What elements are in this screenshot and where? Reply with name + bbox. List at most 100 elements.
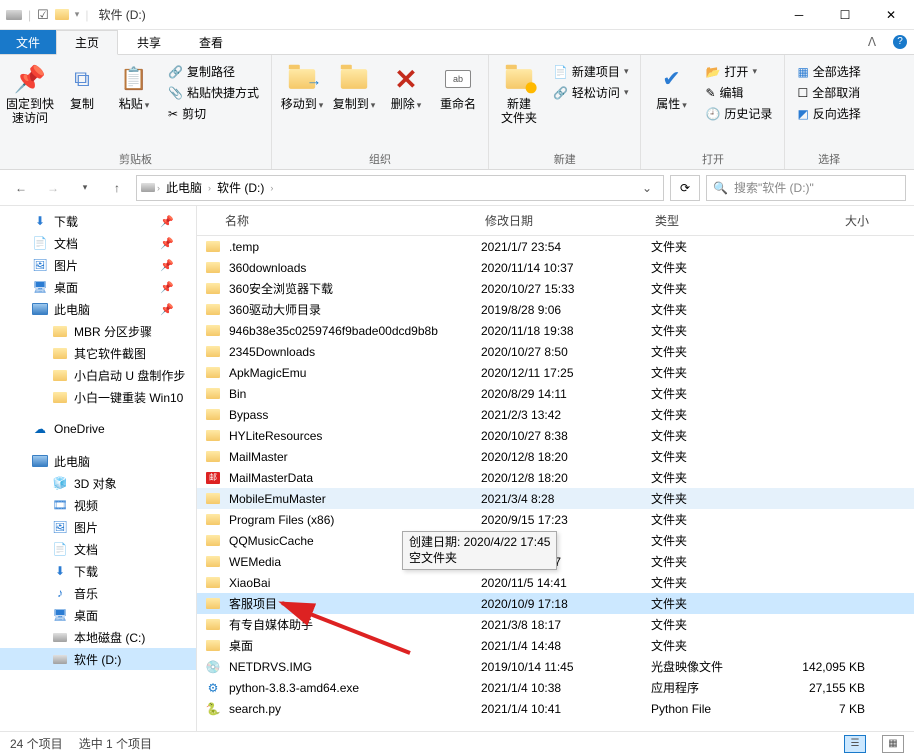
group-label-select: 选择 bbox=[791, 149, 866, 169]
sidebar-item[interactable]: 小白启动 U 盘制作步 bbox=[0, 364, 196, 386]
sidebar-item[interactable]: 小白一键重装 Win10 bbox=[0, 386, 196, 408]
delete-button[interactable]: ✕ 删除 bbox=[382, 59, 430, 111]
table-row[interactable]: Bypass 2021/2/3 13:42 文件夹 bbox=[197, 404, 914, 425]
sidebar-item[interactable]: 此电脑📌 bbox=[0, 298, 196, 320]
column-name[interactable]: 名称 bbox=[217, 210, 477, 231]
paste-button[interactable]: 📋 粘贴 bbox=[110, 59, 158, 111]
cell-type: 文件夹 bbox=[643, 595, 753, 612]
sidebar[interactable]: ⬇下载📌📄文档📌🖼图片📌🖥桌面📌此电脑📌MBR 分区步骤其它软件截图小白启动 U… bbox=[0, 206, 197, 731]
column-date[interactable]: 修改日期 bbox=[477, 210, 647, 231]
cell-type: Python File bbox=[643, 702, 753, 716]
sidebar-item[interactable]: ⬇下载📌 bbox=[0, 210, 196, 232]
refresh-button[interactable]: ⟳ bbox=[670, 175, 700, 201]
properties-button[interactable]: ✔ 属性 bbox=[647, 59, 695, 111]
table-row[interactable]: ApkMagicEmu 2020/12/11 17:25 文件夹 bbox=[197, 362, 914, 383]
copy-path-button[interactable]: 🔗 复制路径 bbox=[162, 61, 265, 82]
move-to-button[interactable]: → 移动到 bbox=[278, 59, 326, 111]
cell-name: search.py bbox=[221, 702, 473, 716]
table-row[interactable]: Bin 2020/8/29 14:11 文件夹 bbox=[197, 383, 914, 404]
select-none-button[interactable]: ☐ 全部取消 bbox=[791, 82, 866, 103]
history-button[interactable]: 🕘 历史记录 bbox=[699, 103, 778, 124]
sidebar-item[interactable]: 此电脑 bbox=[0, 450, 196, 472]
sidebar-item[interactable]: 🎞视频 bbox=[0, 494, 196, 516]
select-all-button[interactable]: ▦ 全部选择 bbox=[791, 61, 866, 82]
sidebar-item[interactable]: ⬇下载 bbox=[0, 560, 196, 582]
new-folder-button[interactable]: 新建 文件夹 bbox=[495, 59, 543, 126]
table-row[interactable]: 360驱动大师目录 2019/8/28 9:06 文件夹 bbox=[197, 299, 914, 320]
crumb-leaf[interactable]: 软件 (D:) bbox=[213, 176, 268, 200]
back-button[interactable]: ← bbox=[8, 175, 34, 201]
invert-selection-button[interactable]: ◩ 反向选择 bbox=[791, 103, 866, 124]
content: ⬇下载📌📄文档📌🖼图片📌🖥桌面📌此电脑📌MBR 分区步骤其它软件截图小白启动 U… bbox=[0, 206, 914, 731]
sidebar-item[interactable]: 🖥桌面📌 bbox=[0, 276, 196, 298]
copy-button[interactable]: ⧉ 复制 bbox=[58, 59, 106, 111]
table-row[interactable]: 桌面 2021/1/4 14:48 文件夹 bbox=[197, 635, 914, 656]
search-icon: 🔍 bbox=[713, 181, 728, 195]
sidebar-item[interactable]: ♪音乐 bbox=[0, 582, 196, 604]
minimize-button[interactable]: ─ bbox=[776, 0, 822, 29]
sidebar-item[interactable]: 其它软件截图 bbox=[0, 342, 196, 364]
paste-shortcut-button[interactable]: 📎 粘贴快捷方式 bbox=[162, 82, 265, 103]
table-row[interactable]: 946b38e35c0259746f9bade00dcd9b8b 2020/11… bbox=[197, 320, 914, 341]
tab-share[interactable]: 共享 bbox=[118, 30, 180, 54]
maximize-button[interactable]: ☐ bbox=[822, 0, 868, 29]
cell-type: 文件夹 bbox=[643, 448, 753, 465]
table-row[interactable]: MailMaster 2020/12/8 18:20 文件夹 bbox=[197, 446, 914, 467]
sidebar-item[interactable]: 🖼图片📌 bbox=[0, 254, 196, 276]
table-row[interactable]: ⚙ python-3.8.3-amd64.exe 2021/1/4 10:38 … bbox=[197, 677, 914, 698]
search-input[interactable]: 🔍 搜索"软件 (D:)" bbox=[706, 175, 906, 201]
table-row[interactable]: 客服项目 2020/10/9 17:18 文件夹 bbox=[197, 593, 914, 614]
rename-button[interactable]: ab 重命名 bbox=[434, 59, 482, 111]
tab-view[interactable]: 查看 bbox=[180, 30, 242, 54]
file-menu[interactable]: 文件 bbox=[0, 30, 56, 54]
table-row[interactable]: MobileEmuMaster 2021/3/4 8:28 文件夹 bbox=[197, 488, 914, 509]
forward-button[interactable]: → bbox=[40, 175, 66, 201]
file-icon bbox=[205, 428, 221, 444]
address-dropdown[interactable]: ⌄ bbox=[635, 176, 659, 200]
cell-date: 2020/12/8 18:20 bbox=[473, 450, 643, 464]
sidebar-item[interactable]: ☁OneDrive bbox=[0, 418, 196, 440]
help-button[interactable]: ? bbox=[886, 30, 914, 54]
sidebar-item[interactable]: 🧊3D 对象 bbox=[0, 472, 196, 494]
sidebar-item[interactable]: 🖼图片 bbox=[0, 516, 196, 538]
sidebar-label: 其它软件截图 bbox=[74, 345, 146, 362]
edit-button[interactable]: ✎ 编辑 bbox=[699, 82, 778, 103]
up-button[interactable]: ↑ bbox=[104, 175, 130, 201]
sidebar-item[interactable]: 本地磁盘 (C:) bbox=[0, 626, 196, 648]
breadcrumb[interactable]: › 此电脑 › 软件 (D:) › ⌄ bbox=[136, 175, 664, 201]
file-rows[interactable]: .temp 2021/1/7 23:54 文件夹 360downloads 20… bbox=[197, 236, 914, 731]
tab-home[interactable]: 主页 bbox=[56, 30, 118, 55]
table-row[interactable]: .temp 2021/1/7 23:54 文件夹 bbox=[197, 236, 914, 257]
table-row[interactable]: 邮 MailMasterData 2020/12/8 18:20 文件夹 bbox=[197, 467, 914, 488]
column-type[interactable]: 类型 bbox=[647, 210, 757, 231]
sidebar-item[interactable]: 📄文档📌 bbox=[0, 232, 196, 254]
cell-type: 文件夹 bbox=[643, 469, 753, 486]
copy-to-button[interactable]: 复制到 bbox=[330, 59, 378, 111]
new-item-button[interactable]: 📄 新建项目▾ bbox=[547, 61, 635, 82]
sidebar-item[interactable]: MBR 分区步骤 bbox=[0, 320, 196, 342]
sidebar-item[interactable]: 🖥桌面 bbox=[0, 604, 196, 626]
table-row[interactable]: Program Files (x86) 2020/9/15 17:23 文件夹 bbox=[197, 509, 914, 530]
recent-button[interactable]: ▾ bbox=[72, 175, 98, 201]
easy-access-button[interactable]: 🔗 轻松访问▾ bbox=[547, 82, 635, 103]
open-button[interactable]: 📂 打开▾ bbox=[699, 61, 778, 82]
cut-button[interactable]: ✂ 剪切 bbox=[162, 103, 265, 124]
close-button[interactable]: ✕ bbox=[868, 0, 914, 29]
checkbox-icon[interactable]: ☑ bbox=[37, 7, 49, 23]
table-row[interactable]: 2345Downloads 2020/10/27 8:50 文件夹 bbox=[197, 341, 914, 362]
collapse-ribbon-button[interactable]: ᐱ bbox=[858, 30, 886, 54]
table-row[interactable]: 360安全浏览器下载 2020/10/27 15:33 文件夹 bbox=[197, 278, 914, 299]
sidebar-item[interactable]: 软件 (D:) bbox=[0, 648, 196, 670]
table-row[interactable]: 有专自媒体助手 2021/3/8 18:17 文件夹 bbox=[197, 614, 914, 635]
sidebar-item[interactable]: 📄文档 bbox=[0, 538, 196, 560]
table-row[interactable]: 🐍 search.py 2021/1/4 10:41 Python File 7… bbox=[197, 698, 914, 719]
column-size[interactable]: 大小 bbox=[757, 210, 877, 231]
table-row[interactable]: HYLiteResources 2020/10/27 8:38 文件夹 bbox=[197, 425, 914, 446]
pin-to-quick-access-button[interactable]: 📌 固定到快 速访问 bbox=[6, 59, 54, 126]
qat-dropdown[interactable]: ▾ bbox=[75, 9, 80, 20]
table-row[interactable]: 360downloads 2020/11/14 10:37 文件夹 bbox=[197, 257, 914, 278]
cell-name: 桌面 bbox=[221, 637, 473, 654]
table-row[interactable]: 💿 NETDRVS.IMG 2019/10/14 11:45 光盘映像文件 14… bbox=[197, 656, 914, 677]
crumb-root[interactable]: 此电脑 bbox=[162, 176, 206, 200]
table-row[interactable]: XiaoBai 2020/11/5 14:41 文件夹 bbox=[197, 572, 914, 593]
